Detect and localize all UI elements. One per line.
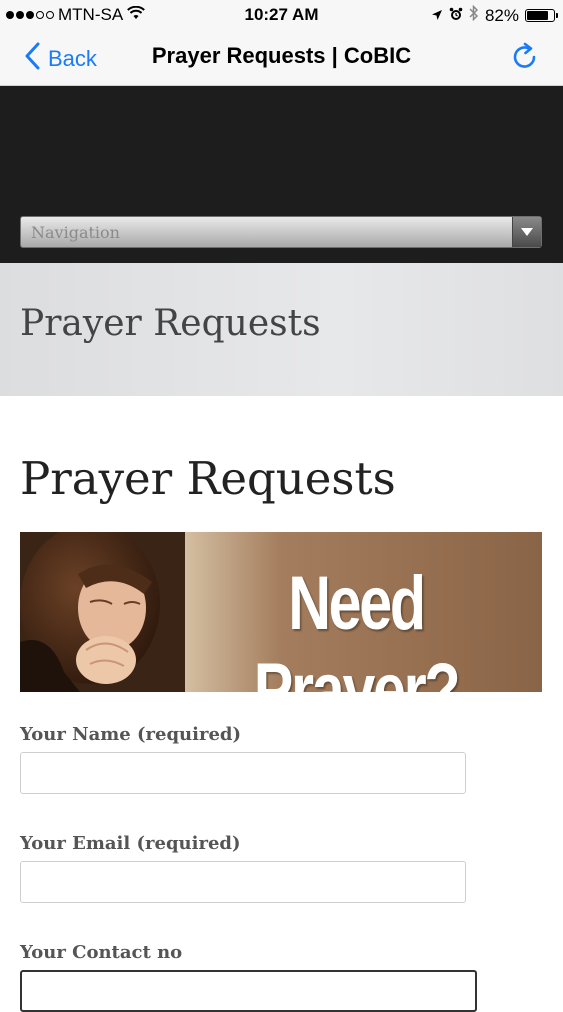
refresh-icon xyxy=(511,42,539,76)
main-content: Prayer Requests Need Prayer? Your Name (… xyxy=(0,396,563,1012)
page-title-band: Prayer Requests xyxy=(0,263,563,396)
name-label: Your Name (required) xyxy=(20,724,242,745)
battery-fill xyxy=(527,11,548,20)
name-input[interactable] xyxy=(20,752,466,794)
refresh-button[interactable] xyxy=(511,42,539,77)
back-label: Back xyxy=(48,46,97,71)
contact-input[interactable] xyxy=(20,970,477,1012)
content-heading: Prayer Requests xyxy=(20,452,396,505)
email-label: Your Email (required) xyxy=(20,833,241,854)
contact-label: Your Contact no xyxy=(20,942,183,963)
navigation-select-label: Navigation xyxy=(31,223,120,242)
battery-percent: 82% xyxy=(484,5,519,25)
praying-woman-image xyxy=(20,532,185,692)
battery-icon xyxy=(525,9,558,22)
dropdown-arrow-box xyxy=(512,217,541,247)
navigation-bar: Back Prayer Requests | CoBIC xyxy=(0,30,563,86)
banner-text: Need Prayer? xyxy=(253,561,461,692)
status-bar: MTN-SA 10:27 AM 82% xyxy=(0,0,563,30)
site-navigation-select[interactable]: Navigation xyxy=(20,216,542,248)
chevron-left-icon xyxy=(24,42,40,76)
chevron-down-icon xyxy=(521,228,533,236)
alarm-icon xyxy=(449,6,463,26)
back-button[interactable]: Back xyxy=(24,42,97,76)
need-prayer-banner: Need Prayer? xyxy=(20,532,542,692)
bluetooth-icon xyxy=(469,4,479,26)
email-input[interactable] xyxy=(20,861,466,903)
page-title-band-heading: Prayer Requests xyxy=(20,303,321,344)
location-arrow-icon xyxy=(431,6,443,26)
status-right: 82% xyxy=(431,4,558,26)
